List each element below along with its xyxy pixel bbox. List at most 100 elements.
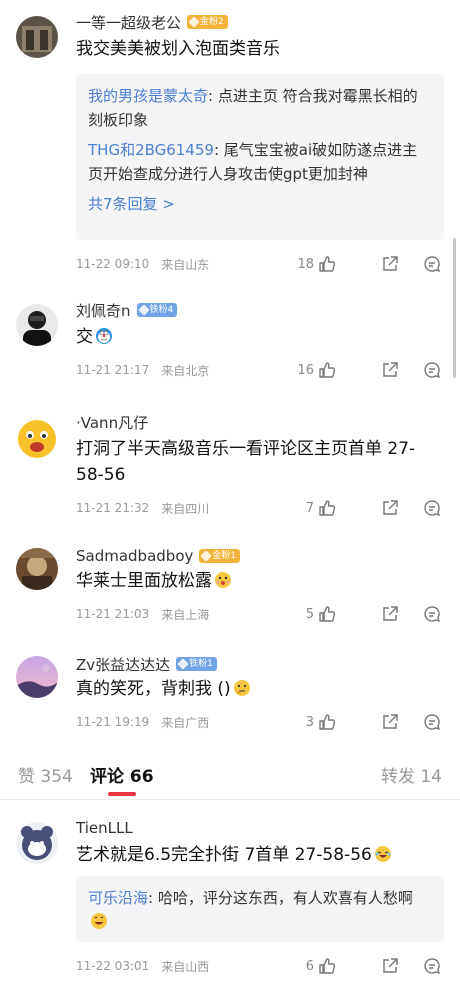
like-button[interactable]: 3 [306,713,336,731]
comment-text-body: 交 [76,327,93,347]
thumbs-up-icon [319,256,336,272]
doraemon-emoji [96,328,112,344]
like-button[interactable]: 18 [297,255,336,273]
avatar[interactable] [16,656,58,698]
fan-badge[interactable]: 金粉1 [199,549,241,563]
avatar[interactable] [16,548,58,590]
reply-box[interactable]: 可乐沿海: 哈哈，评分这东西，有人欢喜有人愁啊 [76,876,444,942]
comment-date: 11-22 09:10 [76,257,150,271]
reply-item[interactable]: THG和2BG61459: 尾气宝宝被ai破如防遂点进主页开始查成分进行人身攻击… [88,138,432,186]
tab-likes[interactable]: 赞 354 [18,762,73,787]
share-icon[interactable] [380,498,400,518]
more-replies-link[interactable]: 共7条回复 > [88,192,432,216]
username[interactable]: 一等一超级老公 [76,12,181,33]
grin-emoji [91,913,107,929]
avatar[interactable] [16,16,58,58]
reply-box[interactable]: 我的男孩是蒙太奇: 点进主页 符合我对霉黑长相的刻板印象 THG和2BG6145… [76,74,444,240]
avatar[interactable] [16,418,58,460]
share-icon[interactable] [380,360,400,380]
reply-item[interactable]: 我的男孩是蒙太奇: 点进主页 符合我对霉黑长相的刻板印象 [88,84,432,132]
share-icon[interactable] [380,604,400,624]
comment-date: 11-21 21:17 [76,363,150,377]
like-button[interactable]: 5 [306,605,336,623]
like-button[interactable]: 16 [297,361,336,379]
comment-meta: 11-22 09:10 来自山东 18 [76,252,442,276]
comment-text: 艺术就是6.5完全扑街 7首单 27-58-56 [76,842,442,868]
comment-location: 来自山西 [161,959,210,974]
comment-date: 11-21 19:19 [76,715,150,729]
like-button[interactable]: 7 [306,499,336,517]
comment-meta: 11-22 03:01 来自山西 6 [76,954,442,978]
comment-location: 来自山东 [161,257,210,272]
like-count: 3 [305,714,314,730]
reply-icon[interactable] [422,712,442,732]
tab-bar: 赞 354 评论 66 转发 14 [0,752,460,798]
laughing-emoji [374,846,391,862]
like-button[interactable]: 6 [306,957,336,975]
avatar[interactable] [16,304,58,346]
reply-item[interactable]: 可乐沿海: 哈哈，评分这东西，有人欢喜有人愁啊 [88,886,432,934]
active-tab-indicator [108,792,136,796]
fan-badge[interactable]: 金粉2 [187,15,228,29]
reply-username[interactable]: 我的男孩是蒙太奇 [88,87,208,105]
comment-text-body: 华莱士里面放松露 [76,571,212,591]
thumbs-up-icon [319,958,336,974]
comment-location: 来自上海 [161,607,210,622]
comment-location: 来自四川 [161,501,210,516]
thumbs-up-icon [319,606,336,622]
diamond-icon [137,304,150,316]
username[interactable]: Sadmadbadboy [76,547,193,565]
badge-label: 铁粉1 [189,659,213,669]
comment-date: 11-21 21:03 [76,607,150,621]
comment-text: 华莱士里面放松露 [76,568,442,594]
tab-reposts[interactable]: 转发 14 [381,762,442,787]
like-count: 6 [305,958,314,974]
reply-icon[interactable] [422,360,442,380]
reply-icon[interactable] [422,956,442,976]
comment-text: 我交美美被划入泡面类音乐 [76,39,280,59]
avatar[interactable] [16,822,58,864]
reply-text: : 哈哈，评分这东西，有人欢喜有人愁啊 [148,889,413,907]
share-icon[interactable] [380,956,400,976]
reply-icon[interactable] [422,498,442,518]
reply-icon[interactable] [422,604,442,624]
comment-meta: 11-21 21:17 来自北京 16 [76,358,442,382]
comment-location: 来自北京 [161,363,210,378]
comment-location: 来自广西 [161,715,210,730]
username[interactable]: 刘佩奇n [76,300,131,321]
comment-date: 11-22 03:01 [76,959,150,973]
badge-label: 金粉2 [200,17,224,27]
thumbs-up-icon [319,362,336,378]
diamond-icon [188,16,200,28]
like-count: 7 [305,500,314,516]
thinking-emoji [233,680,250,696]
username[interactable]: Zv张益达达达 [76,654,170,675]
comment-meta: 11-21 19:19 来自广西 3 [76,710,442,734]
share-icon[interactable] [380,712,400,732]
divider [0,799,460,800]
comment-text: 交 [76,324,442,350]
username[interactable]: ·Vann凡仔 [76,412,148,433]
like-count: 18 [297,256,314,272]
surprised-emoji [215,572,231,588]
comment-meta: 11-21 21:03 来自上海 5 [76,602,442,626]
fan-badge[interactable]: 铁粉1 [176,657,217,671]
like-count: 5 [305,606,314,622]
comment-date: 11-21 21:32 [76,501,150,515]
like-count: 16 [297,362,314,378]
tab-comments[interactable]: 评论 66 [90,762,154,787]
comment-text-body: 艺术就是6.5完全扑街 7首单 27-58-56 [76,845,372,865]
badge-label: 金粉1 [212,551,237,561]
comment-text-body: 真的笑死，背刺我 () [76,679,231,699]
badge-label: 铁粉4 [149,305,174,315]
reply-username[interactable]: 可乐沿海 [88,889,148,907]
scrollbar[interactable] [453,238,456,378]
reply-icon[interactable] [422,254,442,274]
reply-username[interactable]: THG和2BG61459 [88,141,214,159]
share-icon[interactable] [380,254,400,274]
comment-meta: 11-21 21:32 来自四川 7 [76,496,442,520]
comment-text: 打洞了半天高级音乐一看评论区主页首单 27-58-56 [76,439,416,485]
username[interactable]: TienLLL [76,819,133,837]
diamond-icon [200,550,213,562]
fan-badge[interactable]: 铁粉4 [136,303,178,317]
